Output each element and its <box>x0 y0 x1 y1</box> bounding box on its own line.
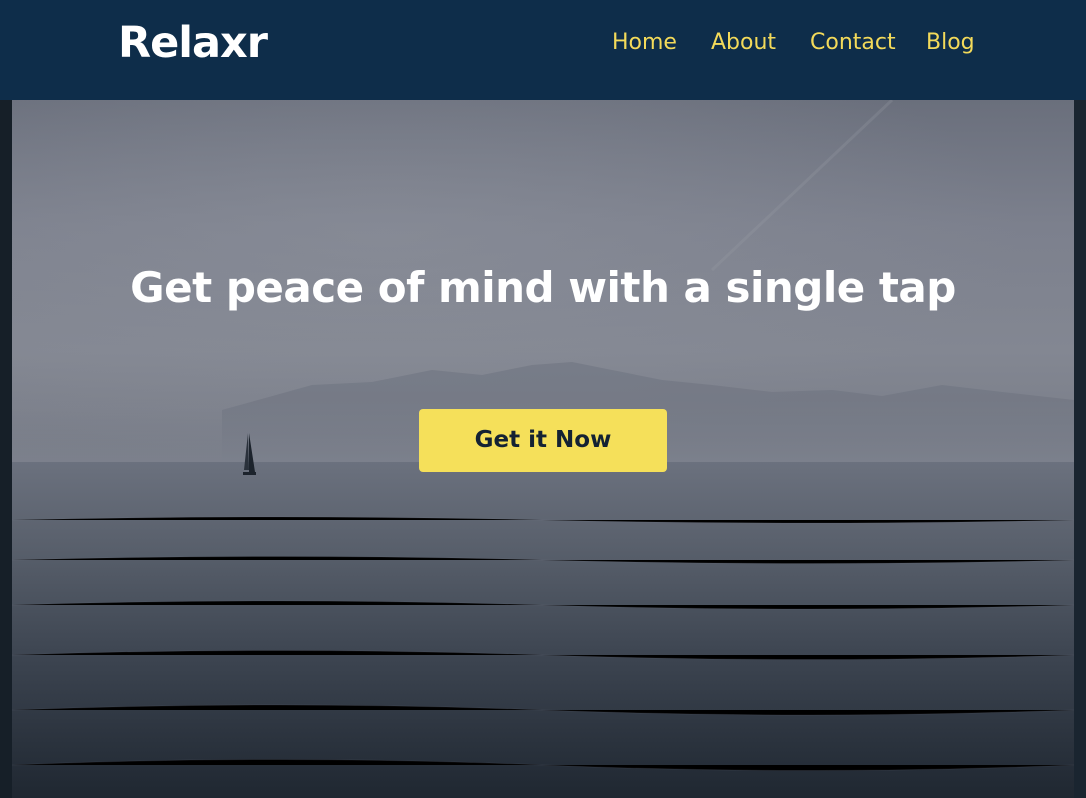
nav-link-contact[interactable]: Contact <box>810 28 896 58</box>
nav-link-about[interactable]: About <box>711 28 776 58</box>
hero-left-border <box>0 100 12 798</box>
nav-link-blog[interactable]: Blog <box>926 28 975 58</box>
site-header: Relaxr Home About Contact Blog <box>0 0 1086 100</box>
nav-link-home[interactable]: Home <box>612 28 677 58</box>
hero-headline: Get peace of mind with a single tap <box>130 263 956 312</box>
main-nav: Home About Contact Blog <box>0 28 1086 60</box>
hero-right-border <box>1074 100 1086 798</box>
hero-section: Get peace of mind with a single tap Get … <box>12 100 1074 798</box>
get-it-now-button[interactable]: Get it Now <box>419 409 667 472</box>
lake-water <box>12 462 1074 798</box>
